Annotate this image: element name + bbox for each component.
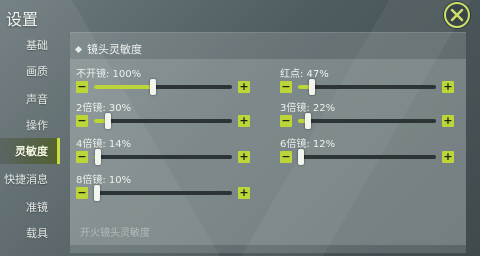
sidebar-item-basic[interactable]: 基础 bbox=[0, 32, 60, 58]
sensitivity-panel: 镜头灵敏度 不开镜: 100% − + 红点: 47% − + 2倍镜: 30%… bbox=[70, 32, 466, 253]
minus-icon: − bbox=[281, 80, 291, 93]
section-title: 镜头灵敏度 bbox=[87, 43, 142, 56]
plus-icon: + bbox=[239, 80, 249, 93]
slider-red-dot: 红点: 47% − + bbox=[280, 65, 460, 103]
increase-button[interactable]: + bbox=[238, 115, 250, 127]
slider-2x-scope: 2倍镜: 30% − + bbox=[76, 99, 256, 137]
slider-no-scope: 不开镜: 100% − + bbox=[76, 65, 256, 103]
slider-track[interactable] bbox=[94, 149, 232, 165]
close-icon bbox=[450, 8, 464, 22]
slider-thumb[interactable] bbox=[95, 149, 101, 165]
settings-sidebar: 基础 画质 声音 操作 灵敏度 快捷消息 准镜 载具 bbox=[0, 30, 60, 256]
slider-3x-scope: 3倍镜: 22% − + bbox=[280, 99, 460, 137]
sidebar-item-sensitivity[interactable]: 灵敏度 bbox=[0, 138, 60, 164]
slider-label: 6倍镜: 12% bbox=[280, 139, 336, 150]
plus-icon: + bbox=[239, 186, 249, 199]
sidebar-item-controls[interactable]: 操作 bbox=[0, 112, 60, 138]
slider-label: 红点: 47% bbox=[280, 69, 329, 80]
section-header: 镜头灵敏度 bbox=[74, 41, 142, 57]
minus-icon: − bbox=[77, 80, 87, 93]
plus-icon: + bbox=[443, 114, 453, 127]
increase-button[interactable]: + bbox=[442, 115, 454, 127]
slider-4x-scope: 4倍镜: 14% − + bbox=[76, 135, 256, 173]
slider-label: 8倍镜: 10% bbox=[76, 175, 132, 186]
next-section-title: 开火镜头灵敏度 bbox=[80, 228, 150, 239]
sidebar-item-crosshair[interactable]: 准镜 bbox=[0, 194, 60, 220]
sidebar-item-vehicle[interactable]: 载具 bbox=[0, 220, 60, 246]
increase-button[interactable]: + bbox=[442, 81, 454, 93]
increase-button[interactable]: + bbox=[238, 187, 250, 199]
diamond-icon bbox=[74, 45, 83, 54]
slider-thumb[interactable] bbox=[305, 113, 311, 129]
slider-track[interactable] bbox=[94, 113, 232, 129]
slider-thumb[interactable] bbox=[105, 113, 111, 129]
plus-icon: + bbox=[239, 150, 249, 163]
decrease-button[interactable]: − bbox=[280, 151, 292, 163]
increase-button[interactable]: + bbox=[238, 151, 250, 163]
plus-icon: + bbox=[443, 150, 453, 163]
slider-thumb[interactable] bbox=[94, 185, 100, 201]
minus-icon: − bbox=[281, 114, 291, 127]
slider-track[interactable] bbox=[94, 185, 232, 201]
slider-track[interactable] bbox=[298, 113, 436, 129]
decrease-button[interactable]: − bbox=[280, 115, 292, 127]
plus-icon: + bbox=[443, 80, 453, 93]
slider-6x-scope: 6倍镜: 12% − + bbox=[280, 135, 460, 173]
slider-track[interactable] bbox=[94, 79, 232, 95]
decrease-button[interactable]: − bbox=[280, 81, 292, 93]
minus-icon: − bbox=[77, 114, 87, 127]
increase-button[interactable]: + bbox=[238, 81, 250, 93]
slider-label: 2倍镜: 30% bbox=[76, 103, 132, 114]
decrease-button[interactable]: − bbox=[76, 115, 88, 127]
plus-icon: + bbox=[239, 114, 249, 127]
decrease-button[interactable]: − bbox=[76, 81, 88, 93]
sidebar-item-sound[interactable]: 声音 bbox=[0, 86, 60, 112]
slider-8x-scope: 8倍镜: 10% − + bbox=[76, 171, 256, 209]
sidebar-item-graphics[interactable]: 画质 bbox=[0, 58, 60, 84]
minus-icon: − bbox=[77, 186, 87, 199]
increase-button[interactable]: + bbox=[442, 151, 454, 163]
page-title: 设置 bbox=[6, 10, 39, 29]
slider-fill bbox=[94, 85, 153, 89]
slider-track[interactable] bbox=[298, 149, 436, 165]
slider-label: 3倍镜: 22% bbox=[280, 103, 336, 114]
slider-thumb[interactable] bbox=[150, 79, 156, 95]
sliders-container: 不开镜: 100% − + 红点: 47% − + 2倍镜: 30% − + 3… bbox=[70, 59, 466, 245]
sidebar-item-quick-messages[interactable]: 快捷消息 bbox=[0, 166, 60, 192]
slider-label: 不开镜: 100% bbox=[76, 69, 142, 80]
slider-thumb[interactable] bbox=[309, 79, 315, 95]
close-button[interactable] bbox=[444, 2, 470, 28]
minus-icon: − bbox=[281, 150, 291, 163]
minus-icon: − bbox=[77, 150, 87, 163]
slider-label: 4倍镜: 14% bbox=[76, 139, 132, 150]
decrease-button[interactable]: − bbox=[76, 151, 88, 163]
slider-track[interactable] bbox=[298, 79, 436, 95]
slider-thumb[interactable] bbox=[298, 149, 304, 165]
decrease-button[interactable]: − bbox=[76, 187, 88, 199]
